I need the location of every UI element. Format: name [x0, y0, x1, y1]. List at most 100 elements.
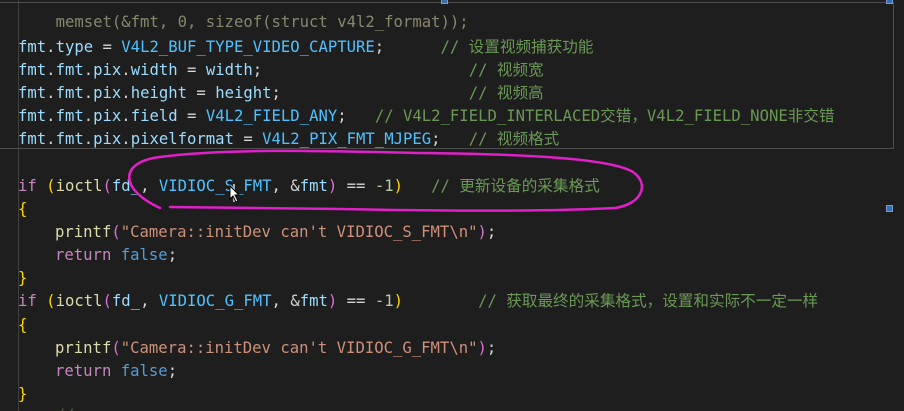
- code-text: memset(&fmt, 0, sizeof(struct v4l2_forma…: [55, 13, 469, 31]
- code-token: .: [121, 84, 131, 102]
- code-token: ;: [486, 223, 497, 241]
- code-line-return-false: return false;: [55, 244, 177, 266]
- code-token: ): [393, 177, 403, 195]
- code-line-brace-open: {: [18, 316, 28, 334]
- resize-handle[interactable]: [886, 0, 893, 4]
- code-string: "Camera::initDev can't VIDIOC_S_FMT\n": [120, 223, 478, 241]
- code-line-return-false: return false;: [55, 360, 177, 382]
- code-line-partial: // ................................: [18, 404, 385, 411]
- code-token: .: [46, 84, 56, 102]
- code-token: fmt: [299, 177, 328, 195]
- code-token: fmt: [299, 292, 328, 310]
- code-token: ==: [337, 177, 375, 195]
- code-token: fmt: [55, 130, 84, 148]
- code-line-fmt-width: fmt.fmt.pix.width = width; // 视频宽: [18, 59, 544, 81]
- code-token: ): [477, 339, 487, 357]
- code-token: &: [290, 292, 300, 310]
- code-string: "Camera::initDev can't VIDIOC_G_FMT\n": [120, 339, 478, 357]
- code-line-brace-open: {: [18, 200, 28, 218]
- code-token: .: [83, 84, 94, 102]
- code-comment: // 视频高: [468, 84, 544, 102]
- code-token: V4L2_FIELD_ANY: [205, 107, 338, 125]
- code-token: ==: [337, 292, 375, 310]
- code-token: =: [93, 38, 122, 56]
- code-token: ,: [140, 292, 159, 310]
- code-line-fmt-field: fmt.fmt.pix.field = V4L2_FIELD_ANY; // V…: [18, 105, 835, 127]
- code-token: .: [46, 107, 56, 125]
- code-token: height: [130, 84, 188, 102]
- code-token: =: [233, 130, 263, 148]
- code-token: fmt: [55, 84, 84, 102]
- code-token: pix: [93, 130, 122, 148]
- code-token: ,: [271, 292, 291, 310]
- code-line-fmt-pixelformat: fmt.fmt.pix.pixelformat = V4L2_PIX_FMT_M…: [18, 128, 559, 150]
- code-line-fmt-type: fmt.type = V4L2_BUF_TYPE_VIDEO_CAPTURE; …: [18, 36, 593, 58]
- code-token: (: [111, 339, 121, 357]
- code-comment: // 更新设备的采集格式: [431, 177, 600, 195]
- code-token: false: [120, 362, 168, 380]
- code-token: ;: [486, 339, 497, 357]
- code-token: fmt: [18, 130, 47, 148]
- code-token: ): [393, 292, 403, 310]
- code-token: fmt: [55, 61, 84, 79]
- code-token: width: [205, 61, 253, 79]
- text-cursor: [233, 184, 235, 202]
- code-token: .: [121, 107, 131, 125]
- code-token: fmt: [18, 107, 47, 125]
- resize-handle[interactable]: [886, 205, 893, 212]
- code-token: .: [83, 61, 94, 79]
- code-token: .: [46, 38, 56, 56]
- code-token: .: [121, 61, 131, 79]
- code-token: return: [55, 362, 112, 380]
- code-token: .: [46, 130, 56, 148]
- code-token: ): [327, 177, 338, 195]
- code-token: printf: [55, 339, 112, 357]
- code-token: pix: [93, 107, 122, 125]
- code-token: fmt: [55, 107, 84, 125]
- code-token: pix: [93, 84, 122, 102]
- code-comment: // 视频格式: [468, 130, 560, 148]
- code-line-if-set-fmt: if (ioctl(fd_, VIDIOC_S_FMT, &fmt) == -1…: [18, 175, 600, 197]
- code-token: -1: [374, 292, 394, 310]
- code-token: pix: [93, 61, 122, 79]
- code-token: ;: [271, 84, 281, 102]
- code-token: ;: [431, 130, 441, 148]
- code-token: width: [130, 61, 178, 79]
- code-comment: // 设置视频捕获功能: [440, 38, 594, 56]
- code-token: if: [18, 292, 37, 310]
- code-token: VIDIOC_S_FMT: [158, 177, 272, 195]
- code-token: ): [477, 223, 487, 241]
- code-token: -1: [374, 177, 394, 195]
- code-token: pixelformat: [130, 130, 234, 148]
- code-token: field: [130, 107, 178, 125]
- code-token: .: [121, 130, 131, 148]
- code-token: =: [177, 107, 206, 125]
- code-token: V4L2_BUF_TYPE_VIDEO_CAPTURE: [121, 38, 375, 56]
- code-comment: // 视频宽: [468, 61, 544, 79]
- code-token: .: [83, 130, 94, 148]
- resize-handle[interactable]: [441, 0, 448, 4]
- code-token: VIDIOC_G_FMT: [158, 292, 272, 310]
- code-line-printf-s-fmt: printf("Camera::initDev can't VIDIOC_S_F…: [55, 221, 496, 243]
- code-token: (: [111, 223, 121, 241]
- code-line-brace-close: }: [18, 385, 28, 403]
- code-line-printf-g-fmt: printf("Camera::initDev can't VIDIOC_G_F…: [55, 337, 496, 359]
- code-token: ): [327, 292, 338, 310]
- code-token: .: [46, 61, 56, 79]
- code-line-brace-close: }: [18, 269, 28, 287]
- code-token: &: [290, 177, 300, 195]
- code-line-fmt-height: fmt.fmt.pix.height = height; // 视频高: [18, 82, 544, 104]
- code-token: =: [177, 61, 206, 79]
- code-token: ;: [167, 246, 178, 264]
- code-token: ;: [374, 38, 385, 56]
- code-editor[interactable]: memset(&fmt, 0, sizeof(struct v4l2_forma…: [0, 0, 904, 411]
